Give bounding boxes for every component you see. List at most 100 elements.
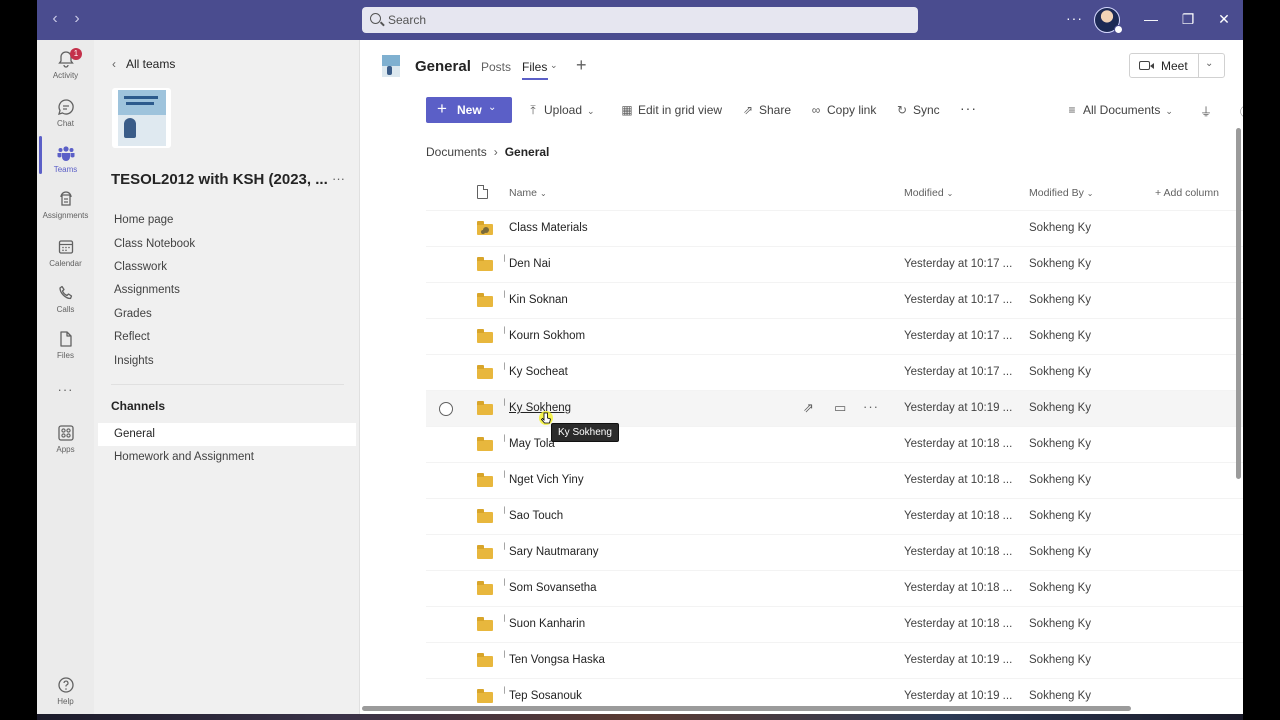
team-link-class-notebook[interactable]: Class Notebook — [114, 238, 195, 250]
rail-item-files[interactable]: Files — [37, 324, 94, 368]
file-name[interactable]: Ky Socheat — [509, 366, 568, 378]
chat-icon — [57, 99, 74, 115]
channel-general[interactable]: General — [98, 423, 356, 446]
more-options-button[interactable]: ··· — [960, 100, 977, 116]
add-column-button[interactable]: + Add column — [1155, 187, 1219, 199]
meet-button[interactable]: Meet ⌄ — [1129, 53, 1225, 78]
file-icon — [59, 331, 72, 347]
view-selector[interactable]: ≡ All Documents ⌄ — [1065, 103, 1172, 117]
divider — [111, 384, 344, 385]
table-row[interactable]: ⁄ Ten Vongsa Haska Yesterday at 10:19 ... S… — [426, 642, 1243, 678]
all-teams-label: All teams — [126, 57, 176, 71]
new-item-icon: ⁄ — [501, 433, 508, 443]
breadcrumb-documents[interactable]: Documents — [426, 145, 487, 159]
file-name[interactable]: Tep Sosanouk — [509, 690, 582, 702]
add-tab-button[interactable]: + — [576, 55, 587, 76]
copy-link-button[interactable]: ∞ Copy link — [809, 103, 877, 117]
rail-item-teams[interactable]: Teams — [37, 138, 94, 182]
new-button[interactable]: + New ⌄ — [426, 97, 512, 123]
table-row[interactable]: ⁄ Sary Nautmarany Yesterday at 10:18 ... So… — [426, 534, 1243, 570]
modified-date: Yesterday at 10:18 ... — [904, 546, 1013, 558]
rail-item-calendar[interactable]: Calendar — [37, 232, 94, 276]
back-arrow-icon[interactable]: ‹ — [46, 10, 64, 28]
video-camera-icon — [1139, 61, 1154, 70]
file-type-icon[interactable] — [477, 185, 488, 199]
upload-button[interactable]: ⤒ Upload ⌄ — [526, 103, 594, 118]
all-teams-link[interactable]: ‹ All teams — [112, 57, 175, 71]
folder-icon — [477, 437, 493, 451]
team-link-classwork[interactable]: Classwork — [114, 261, 167, 273]
maximize-button[interactable]: ❐ — [1179, 11, 1197, 28]
rail-label: Assignments — [42, 211, 89, 220]
file-name[interactable]: Ten Vongsa Haska — [509, 654, 605, 666]
table-row[interactable]: ⁄ Suon Kanharin Yesterday at 10:18 ... Sokh… — [426, 606, 1243, 642]
column-modified[interactable]: Modified ⌄ — [904, 187, 953, 199]
search-input[interactable]: Search — [362, 7, 918, 33]
assignments-icon — [59, 191, 72, 206]
team-link-home-page[interactable]: Home page — [114, 214, 173, 226]
rail-item-calls[interactable]: Calls — [37, 278, 94, 322]
table-row[interactable]: ⁄ Ky Socheat Yesterday at 10:17 ... Sokheng… — [426, 354, 1243, 390]
settings-more-button[interactable]: ··· — [1066, 10, 1083, 26]
close-button[interactable]: ✕ — [1215, 11, 1233, 28]
file-name[interactable]: Sary Nautmarany — [509, 546, 598, 558]
row-select-checkbox[interactable] — [439, 402, 453, 416]
file-name[interactable]: Kourn Sokhom — [509, 330, 585, 342]
rail-item-apps[interactable]: Apps — [37, 418, 94, 462]
file-name[interactable]: Nget Vich Yiny — [509, 474, 584, 486]
open-in-icon[interactable]: ▭ — [834, 400, 846, 416]
modified-date: Yesterday at 10:18 ... — [904, 582, 1013, 594]
team-more-options-button[interactable]: ··· — [332, 171, 345, 186]
new-item-icon: ⁄ — [501, 253, 508, 263]
table-row[interactable]: Class Materials Sokheng Ky — [426, 210, 1243, 246]
filter-button[interactable]: ⏚ — [1199, 103, 1217, 120]
table-row[interactable]: ⁄ Kourn Sokhom Yesterday at 10:17 ... Sokhe… — [426, 318, 1243, 354]
table-row[interactable]: ⁄ Som Sovansetha Yesterday at 10:18 ... Sok… — [426, 570, 1243, 606]
file-name[interactable]: Suon Kanharin — [509, 618, 585, 630]
share-button[interactable]: ⇗ Share — [741, 103, 791, 117]
plus-icon: + — [437, 99, 447, 118]
sync-button[interactable]: ↻ Sync — [895, 103, 940, 117]
modified-by: Sokheng Ky — [1029, 438, 1092, 450]
folder-icon — [477, 509, 493, 523]
file-name[interactable]: Kin Soknan — [509, 294, 568, 306]
file-name[interactable]: Den Nai — [509, 258, 551, 270]
rail-item-activity[interactable]: 1 Activity — [37, 44, 94, 88]
file-name[interactable]: Som Sovansetha — [509, 582, 597, 594]
file-name[interactable]: May Tola — [509, 438, 555, 450]
table-row[interactable]: ⁄ Den Nai Yesterday at 10:17 ... Sokheng Ky — [426, 246, 1243, 282]
chevron-down-icon[interactable]: ⌄ — [1205, 58, 1213, 69]
table-row[interactable]: ⁄ Nget Vich Yiny Yesterday at 10:18 ... Sok… — [426, 462, 1243, 498]
team-link-insights[interactable]: Insights — [114, 355, 154, 367]
more-icon: ··· — [57, 382, 74, 397]
team-link-assignments[interactable]: Assignments — [114, 284, 180, 296]
table-row[interactable]: ⁄ Sao Touch Yesterday at 10:18 ... Sokheng … — [426, 498, 1243, 534]
column-name[interactable]: Name ⌄ — [509, 187, 547, 199]
team-link-reflect[interactable]: Reflect — [114, 331, 150, 343]
column-modified-by[interactable]: Modified By ⌄ — [1029, 187, 1093, 199]
info-button[interactable]: ⓘ — [1239, 103, 1243, 120]
table-row[interactable]: ⁄ Kin Soknan Yesterday at 10:17 ... Sokheng… — [426, 282, 1243, 318]
team-link-grades[interactable]: Grades — [114, 308, 152, 320]
share-icon[interactable]: ⇗ — [803, 400, 814, 416]
file-name[interactable]: Sao Touch — [509, 510, 563, 522]
chevron-down-icon[interactable]: ⌄ — [550, 60, 558, 71]
folder-icon — [477, 473, 493, 487]
tab-files[interactable]: Files — [522, 60, 547, 74]
channel-homework-and-assignment[interactable]: Homework and Assignment — [98, 446, 356, 469]
minimize-button[interactable]: — — [1142, 11, 1160, 27]
rail-item-assignments[interactable]: Assignments — [37, 184, 94, 228]
rail-item-help[interactable]: Help — [37, 670, 94, 714]
row-more-button[interactable]: ··· — [863, 399, 879, 414]
horizontal-scrollbar[interactable] — [362, 706, 1131, 711]
rail-item-chat[interactable]: Chat — [37, 92, 94, 136]
rail-item-more[interactable]: ··· — [37, 376, 94, 420]
tab-posts[interactable]: Posts — [481, 60, 511, 74]
forward-arrow-icon[interactable]: › — [68, 10, 86, 28]
table-row[interactable]: ⁄ May Tola Yesterday at 10:18 ... Sokheng K… — [426, 426, 1243, 462]
vertical-scrollbar[interactable] — [1236, 128, 1241, 479]
file-name[interactable]: Class Materials — [509, 222, 588, 234]
new-item-icon: ⁄ — [501, 289, 508, 299]
teams-icon — [57, 146, 74, 161]
edit-grid-view-button[interactable]: ▦ Edit in grid view — [620, 103, 722, 117]
